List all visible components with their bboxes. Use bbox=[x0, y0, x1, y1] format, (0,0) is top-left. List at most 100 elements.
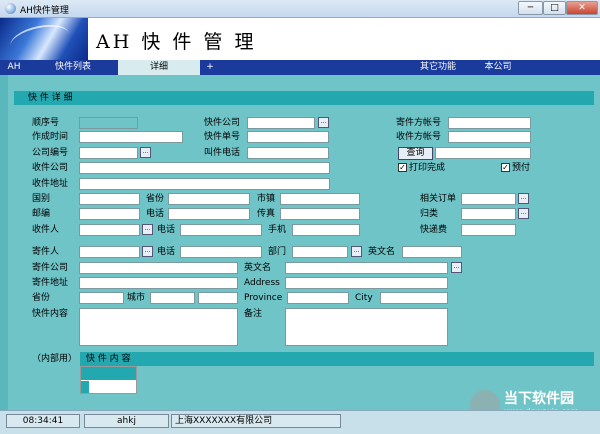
category-picker-button[interactable]: ... bbox=[518, 208, 529, 219]
content-textarea[interactable] bbox=[79, 308, 238, 346]
phone-input[interactable] bbox=[168, 208, 250, 220]
phone-label: 电话 bbox=[146, 209, 165, 219]
country-input[interactable] bbox=[79, 193, 140, 205]
maximize-button[interactable]: □ bbox=[543, 1, 566, 15]
city2-input[interactable] bbox=[150, 292, 195, 304]
sender-address-input[interactable] bbox=[79, 277, 238, 289]
call-phone-input[interactable] bbox=[247, 147, 329, 159]
app-name: AH 快 件 管 理 bbox=[96, 31, 257, 53]
tab-detail[interactable]: 详细 bbox=[118, 60, 200, 75]
related-order-input[interactable] bbox=[461, 193, 516, 205]
sender-address-label: 寄件地址 bbox=[32, 278, 69, 288]
mobile-input[interactable] bbox=[292, 224, 360, 236]
recv-address-input[interactable] bbox=[79, 178, 330, 190]
en-name2-input[interactable] bbox=[285, 262, 448, 274]
fee-label: 快递费 bbox=[420, 225, 448, 235]
created-label: 作成时间 bbox=[32, 132, 69, 142]
province2-input[interactable] bbox=[79, 292, 124, 304]
mobile-label: 手机 bbox=[268, 225, 287, 235]
close-button[interactable]: ✕ bbox=[566, 1, 598, 15]
dept-picker-button[interactable]: ... bbox=[351, 246, 362, 257]
phone3-label: 电话 bbox=[157, 247, 176, 257]
province-en-input[interactable] bbox=[287, 292, 349, 304]
sender-picker-button[interactable]: ... bbox=[142, 246, 153, 257]
banner: AH 快 件 管 理 bbox=[0, 18, 600, 60]
express-company-input[interactable] bbox=[247, 117, 315, 129]
city-en-input[interactable] bbox=[380, 292, 448, 304]
company-code-label: 公司编号 bbox=[32, 148, 69, 158]
phone2-input[interactable] bbox=[180, 224, 262, 236]
tab-our-company[interactable]: 本公司 bbox=[470, 60, 526, 75]
prepaid-label: 预付 bbox=[512, 163, 531, 173]
status-company: 上海XXXXXXX有限公司 bbox=[171, 414, 341, 428]
remark-textarea[interactable] bbox=[285, 308, 448, 346]
city2-extra-input[interactable] bbox=[198, 292, 238, 304]
zip-input[interactable] bbox=[79, 208, 140, 220]
company-code-input[interactable] bbox=[79, 147, 138, 159]
fax-input[interactable] bbox=[280, 208, 360, 220]
express-no-input[interactable] bbox=[247, 131, 329, 143]
watermark-text: 当下软件园 bbox=[504, 391, 574, 407]
address-en-input[interactable] bbox=[285, 277, 448, 289]
en-name-input[interactable] bbox=[402, 246, 462, 258]
content-grid[interactable] bbox=[80, 366, 137, 394]
phone3-input[interactable] bbox=[180, 246, 262, 258]
country-label: 国别 bbox=[32, 194, 51, 204]
sender-label: 寄件人 bbox=[32, 247, 60, 257]
prepaid-checkbox[interactable]: ✓ bbox=[501, 163, 510, 172]
address-en-label: Address bbox=[244, 278, 280, 288]
grid-title: 快 件 内 容 bbox=[80, 352, 594, 366]
sender-acct-input[interactable] bbox=[448, 117, 531, 129]
sender-company-label: 寄件公司 bbox=[32, 263, 69, 273]
grid-header-row bbox=[81, 367, 136, 380]
sender-input[interactable] bbox=[79, 246, 140, 258]
sender-company-input[interactable] bbox=[79, 262, 238, 274]
status-bar: 08:34:41 ahkj 上海XXXXXXX有限公司 bbox=[0, 410, 600, 434]
category-label: 归类 bbox=[420, 209, 439, 219]
recv-acct-label: 收件方帐号 bbox=[396, 132, 442, 142]
en-name2-picker-button[interactable]: ... bbox=[451, 262, 462, 273]
status-time: 08:34:41 bbox=[6, 414, 80, 428]
province-input[interactable] bbox=[168, 193, 250, 205]
recv-company-label: 收件公司 bbox=[32, 163, 69, 173]
fax-label: 传真 bbox=[257, 209, 276, 219]
query-button[interactable]: 查询 bbox=[398, 147, 433, 160]
city-input[interactable] bbox=[280, 193, 360, 205]
call-phone-label: 叫件电话 bbox=[204, 148, 241, 158]
title-bar: AH快件管理 ─ □ ✕ bbox=[0, 0, 600, 18]
internal-label: （内部用） bbox=[32, 354, 78, 364]
province2-label: 省份 bbox=[32, 293, 51, 303]
query-input[interactable] bbox=[435, 147, 531, 159]
tab-ah[interactable]: AH bbox=[2, 60, 26, 75]
minimize-button[interactable]: ─ bbox=[518, 1, 543, 15]
recv-company-input[interactable] bbox=[79, 162, 330, 174]
created-input[interactable] bbox=[79, 131, 183, 143]
company-code-picker-button[interactable]: ... bbox=[140, 147, 151, 158]
panel-title: 快 件 详 细 bbox=[14, 91, 594, 105]
status-user: ahkj bbox=[84, 414, 169, 428]
tab-express-list[interactable]: 快件列表 bbox=[30, 60, 116, 75]
receiver-input[interactable] bbox=[79, 224, 140, 236]
tab-add[interactable]: + bbox=[202, 60, 218, 75]
receiver-picker-button[interactable]: ... bbox=[142, 224, 153, 235]
sender-acct-label: 寄件方帐号 bbox=[396, 118, 442, 128]
fee-input[interactable] bbox=[461, 224, 516, 236]
city2-label: 城市 bbox=[127, 293, 146, 303]
printed-checkbox[interactable]: ✓ bbox=[398, 163, 407, 172]
tab-bar: AH 快件列表 详细 + 其它功能 本公司 bbox=[0, 60, 600, 75]
province-label: 省份 bbox=[146, 194, 165, 204]
category-input[interactable] bbox=[461, 208, 516, 220]
related-order-picker-button[interactable]: ... bbox=[518, 193, 529, 204]
city-label: 市镇 bbox=[257, 194, 276, 204]
city-en-label: City bbox=[355, 293, 373, 303]
en-name-label: 英文名 bbox=[368, 247, 396, 257]
tab-other-functions[interactable]: 其它功能 bbox=[410, 60, 466, 75]
dept-label: 部门 bbox=[268, 247, 287, 257]
recv-address-label: 收件地址 bbox=[32, 179, 69, 189]
recv-acct-input[interactable] bbox=[448, 131, 531, 143]
dept-input[interactable] bbox=[292, 246, 348, 258]
express-company-picker-button[interactable]: ... bbox=[318, 117, 329, 128]
seq-label: 顺序号 bbox=[32, 118, 60, 128]
receiver-label: 收件人 bbox=[32, 225, 60, 235]
seq-input[interactable] bbox=[79, 117, 138, 129]
